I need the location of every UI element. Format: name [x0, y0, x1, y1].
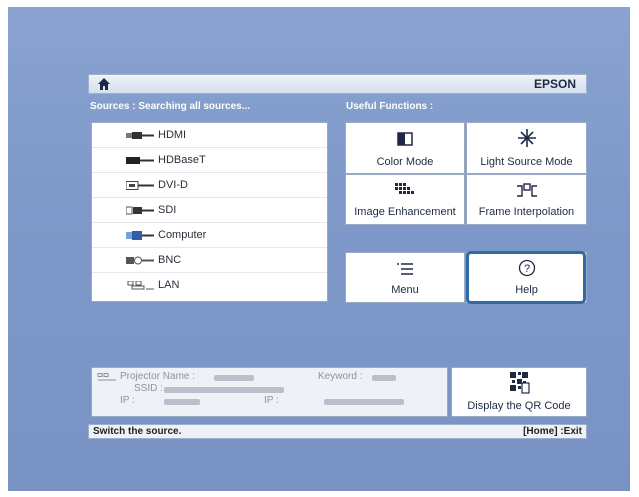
source-item-sdi[interactable]: SDI [92, 198, 327, 223]
wireless-ip-value [164, 399, 200, 405]
status-bar: Switch the source. [Home] :Exit [88, 424, 587, 439]
qr-code-icon [510, 372, 530, 394]
bnc-connector-icon [126, 256, 154, 265]
menu-list-icon [397, 263, 413, 275]
color-mode-button[interactable]: Color Mode [345, 122, 465, 174]
source-list: HDMI HDBaseT DVI-D SDI Computer BNC LAN [91, 122, 328, 302]
projector-name-label: Projector Name : [120, 371, 196, 382]
ssid-label: SSID : [134, 383, 163, 394]
frame-interpolation-button[interactable]: Frame Interpolation [466, 174, 587, 225]
wireless-ip-label: IP : [120, 395, 135, 406]
source-item-bnc[interactable]: BNC [92, 248, 327, 273]
source-item-dvi-d[interactable]: DVI-D [92, 173, 327, 198]
sources-title: Sources : Searching all sources... [90, 101, 251, 112]
source-label: HDMI [158, 129, 187, 141]
hdmi-connector-icon [126, 132, 154, 139]
header-bar: EPSON [88, 74, 587, 94]
lan-icon [127, 281, 154, 290]
source-label: SDI [158, 204, 177, 216]
ssid-value [164, 387, 284, 393]
keyword-label: Keyword : [318, 371, 363, 382]
light-source-mode-label: Light Source Mode [480, 156, 573, 168]
hdbaset-connector-icon [126, 157, 154, 164]
source-item-hdbaset[interactable]: HDBaseT [92, 148, 327, 173]
wired-ip-label: IP : [264, 395, 279, 406]
source-label: Computer [158, 229, 207, 241]
color-mode-icon [397, 132, 413, 146]
image-enhancement-label: Image Enhancement [354, 206, 456, 218]
wired-ip-value [324, 399, 404, 405]
source-item-lan[interactable]: LAN [92, 273, 327, 298]
display-qr-code-label: Display the QR Code [467, 400, 571, 412]
projector-screen: EPSON Sources : Searching all sources...… [8, 7, 630, 491]
home-icon[interactable] [97, 77, 111, 91]
image-enhancement-icon [395, 183, 414, 194]
selection-highlight [466, 251, 586, 304]
source-label: DVI-D [158, 179, 188, 191]
status-hint: Switch the source. [93, 426, 182, 437]
menu-button[interactable]: Menu [345, 252, 465, 303]
source-item-hdmi[interactable]: HDMI [92, 123, 327, 148]
exit-hint: [Home] :Exit [523, 426, 582, 437]
keyword-value [372, 375, 396, 381]
source-label: LAN [158, 279, 180, 291]
vga-connector-icon [126, 231, 154, 240]
dvi-connector-icon [126, 181, 154, 190]
source-label: HDBaseT [158, 154, 206, 166]
frame-interpolation-label: Frame Interpolation [478, 206, 575, 218]
light-source-icon [517, 129, 536, 147]
projector-name-value [214, 375, 254, 381]
functions-title: Useful Functions : [346, 101, 434, 112]
sdi-connector-icon [126, 206, 154, 215]
menu-label: Menu [391, 284, 419, 296]
source-label: BNC [158, 254, 182, 266]
light-source-mode-button[interactable]: Light Source Mode [466, 122, 587, 174]
image-enhancement-button[interactable]: Image Enhancement [345, 174, 465, 225]
display-qr-code-button[interactable]: Display the QR Code [451, 367, 587, 417]
frame-interpolation-icon [516, 183, 537, 197]
network-info-panel: Projector Name : Keyword : SSID : IP : I… [91, 367, 448, 417]
lan-icon [97, 373, 116, 381]
source-item-computer[interactable]: Computer [92, 223, 327, 248]
brand-logo: EPSON [533, 77, 576, 91]
color-mode-label: Color Mode [376, 156, 434, 168]
